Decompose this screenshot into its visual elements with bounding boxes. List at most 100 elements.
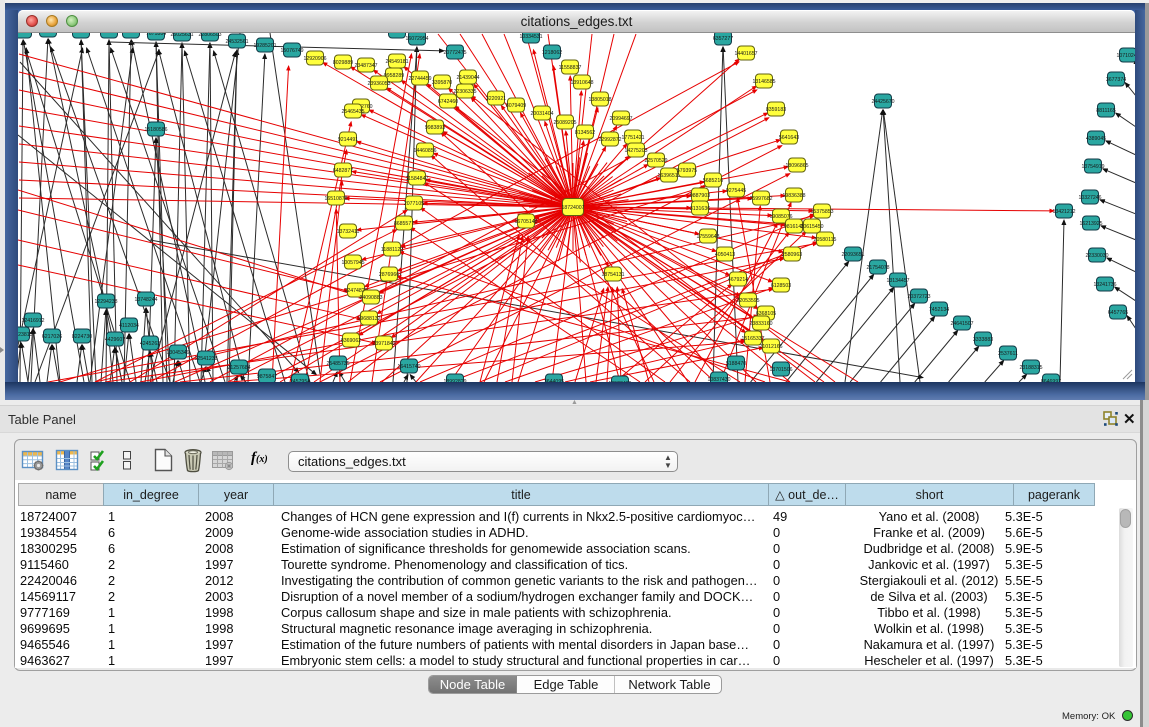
svg-text:8369062: 8369062 xyxy=(341,338,361,344)
svg-text:13754919: 13754919 xyxy=(1081,164,1104,170)
svg-text:21012166: 21012166 xyxy=(759,344,782,350)
svg-text:15076749: 15076749 xyxy=(280,48,303,54)
svg-text:22330030: 22330030 xyxy=(1085,253,1108,259)
svg-text:8224730: 8224730 xyxy=(72,334,92,340)
svg-text:21257684: 21257684 xyxy=(227,365,250,371)
svg-text:13134457: 13134457 xyxy=(886,278,909,284)
svg-text:2580963: 2580963 xyxy=(782,252,802,258)
svg-text:25025631: 25025631 xyxy=(170,33,193,38)
svg-text:4050413: 4050413 xyxy=(715,252,735,258)
svg-text:6482877: 6482877 xyxy=(333,168,353,174)
svg-text:8811165: 8811165 xyxy=(1096,108,1116,114)
svg-text:21200396: 21200396 xyxy=(69,33,92,35)
svg-text:8685577: 8685577 xyxy=(394,221,414,227)
svg-text:12541238: 12541238 xyxy=(194,356,217,362)
svg-text:9875847: 9875847 xyxy=(257,374,277,380)
svg-text:23833160: 23833160 xyxy=(749,321,772,327)
svg-text:6457765: 6457765 xyxy=(1108,310,1128,316)
svg-text:22093651: 22093651 xyxy=(841,252,864,258)
svg-text:5793975: 5793975 xyxy=(677,168,697,174)
svg-text:24641507: 24641507 xyxy=(950,321,973,327)
svg-text:2537611: 2537611 xyxy=(998,351,1018,357)
svg-text:14401657: 14401657 xyxy=(734,51,757,57)
svg-text:22992872: 22992872 xyxy=(598,137,621,143)
svg-text:1218062: 1218062 xyxy=(542,50,562,56)
svg-text:13805018: 13805018 xyxy=(588,97,611,103)
svg-text:9275445: 9275445 xyxy=(726,188,746,194)
svg-text:20580115: 20580115 xyxy=(814,237,837,243)
svg-text:8806804: 8806804 xyxy=(18,33,33,35)
svg-text:24425670: 24425670 xyxy=(871,99,894,105)
svg-text:10327246: 10327246 xyxy=(1078,195,1101,201)
svg-text:20615450: 20615450 xyxy=(800,224,823,230)
svg-text:15165337: 15165337 xyxy=(741,336,764,342)
svg-text:19836388: 19836388 xyxy=(782,193,805,199)
svg-text:4112034: 4112034 xyxy=(119,323,139,329)
svg-text:13045349: 13045349 xyxy=(166,350,189,356)
svg-text:6357277: 6357277 xyxy=(713,36,733,42)
svg-text:18754131: 18754131 xyxy=(601,272,624,278)
svg-text:12920906: 12920906 xyxy=(303,56,326,62)
svg-text:16510878: 16510878 xyxy=(324,196,347,202)
svg-text:24532561: 24532561 xyxy=(225,39,248,45)
svg-text:24090883: 24090883 xyxy=(359,295,382,301)
svg-text:9887903: 9887903 xyxy=(690,193,710,199)
svg-text:18096865: 18096865 xyxy=(785,163,808,169)
svg-text:4679214: 4679214 xyxy=(728,277,748,283)
svg-text:23487347: 23487347 xyxy=(354,63,377,69)
svg-text:22806503: 22806503 xyxy=(198,33,221,38)
svg-text:17751421: 17751421 xyxy=(621,135,644,141)
svg-text:3131636: 3131636 xyxy=(690,206,710,212)
svg-text:16072954: 16072954 xyxy=(405,36,428,42)
svg-text:3333883: 3333883 xyxy=(973,337,993,343)
svg-text:4245263: 4245263 xyxy=(140,341,160,347)
svg-text:11558837: 11558837 xyxy=(559,65,582,71)
svg-text:20994697: 20994697 xyxy=(609,116,632,122)
svg-text:7452134: 7452134 xyxy=(929,307,949,313)
svg-text:20031404: 20031404 xyxy=(530,111,553,117)
svg-text:12294238: 12294238 xyxy=(94,299,117,305)
svg-text:22306335: 22306335 xyxy=(453,89,476,95)
svg-text:15180586: 15180586 xyxy=(144,127,167,133)
svg-text:25997682: 25997682 xyxy=(749,196,772,202)
svg-text:10334531: 10334531 xyxy=(519,34,542,40)
svg-text:3677374: 3677374 xyxy=(1106,77,1126,83)
svg-text:16213925: 16213925 xyxy=(1079,221,1102,227)
svg-text:15375853: 15375853 xyxy=(810,209,833,215)
svg-text:13910648: 13910648 xyxy=(570,80,593,86)
svg-text:14460856: 14460856 xyxy=(413,148,436,154)
svg-text:19688132: 19688132 xyxy=(357,316,380,322)
svg-text:9214491: 9214491 xyxy=(338,137,358,143)
svg-text:21439044: 21439044 xyxy=(456,75,479,81)
svg-text:5641643: 5641643 xyxy=(779,135,799,141)
svg-text:23971842: 23971842 xyxy=(372,341,395,347)
svg-text:25465435: 25465435 xyxy=(341,109,364,115)
svg-text:5685216: 5685216 xyxy=(703,178,723,184)
svg-text:2876966: 2876966 xyxy=(379,272,399,278)
svg-text:25089205: 25089205 xyxy=(553,120,576,126)
svg-text:4389045: 4389045 xyxy=(1086,136,1106,142)
svg-text:2077105: 2077105 xyxy=(404,201,424,207)
svg-text:6742460: 6742460 xyxy=(438,99,458,105)
svg-text:20772475: 20772475 xyxy=(443,50,466,56)
svg-text:5188470: 5188470 xyxy=(726,361,746,367)
svg-text:3395870: 3395870 xyxy=(432,80,452,86)
svg-text:8029889: 8029889 xyxy=(333,60,353,66)
svg-text:6128503: 6128503 xyxy=(771,283,791,289)
svg-text:1890399: 1890399 xyxy=(99,33,119,35)
svg-text:22053595: 22053595 xyxy=(736,298,759,304)
svg-text:24549181: 24549181 xyxy=(385,59,408,65)
svg-text:25485735: 25485735 xyxy=(326,361,349,367)
svg-text:6217026: 6217026 xyxy=(42,334,62,340)
svg-text:11881122: 11881122 xyxy=(381,247,403,253)
svg-text:7671884: 7671884 xyxy=(146,33,166,37)
svg-text:16705148: 16705148 xyxy=(514,219,537,225)
svg-text:13241736: 13241736 xyxy=(1093,282,1116,288)
svg-text:4429607: 4429607 xyxy=(105,337,125,343)
svg-text:12416912: 12416912 xyxy=(21,318,44,324)
svg-text:19832259: 19832259 xyxy=(119,33,142,35)
svg-text:23936053: 23936053 xyxy=(367,81,390,87)
svg-text:21754078: 21754078 xyxy=(866,265,889,271)
svg-text:18724007: 18724007 xyxy=(561,205,584,211)
svg-text:8396759: 8396759 xyxy=(387,33,407,35)
